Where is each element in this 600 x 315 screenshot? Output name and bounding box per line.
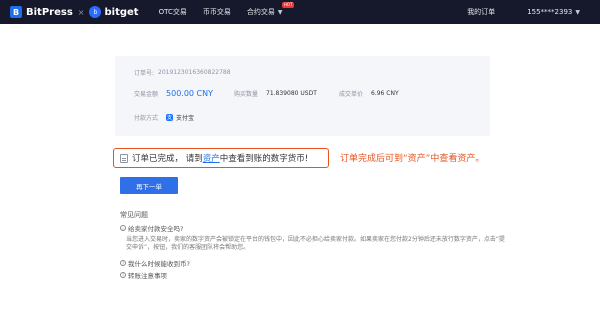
top-navbar: B BitPress × b bitget OTC交易 币币交易 合约交易 ▼ … xyxy=(0,0,600,24)
quantity-value: 71.839080 USDT xyxy=(266,90,317,97)
document-icon xyxy=(120,153,128,163)
brand-logo[interactable]: B BitPress × b bitget xyxy=(10,6,139,18)
annotation-text: 订单完成后可到“资产”中查看资产。 xyxy=(340,154,485,164)
question-circle-icon: ? xyxy=(120,272,126,278)
chevron-down-icon: ▼ xyxy=(575,8,580,16)
faq-title: 常见问题 xyxy=(120,211,148,219)
order-details-card: 订单号: 2019123016360822788 交易金额 500.00 CNY… xyxy=(115,56,490,136)
order-number-row: 订单号: 2019123016360822788 xyxy=(134,68,231,77)
amount-value: 500.00 CNY xyxy=(166,89,214,98)
assets-link[interactable]: 资产 xyxy=(203,154,220,164)
faq-question-1[interactable]: ✓ 给卖家付款安全吗? xyxy=(120,223,183,233)
notice-prefix: 订单已完成， 请到 xyxy=(132,154,203,164)
order-number-label: 订单号: xyxy=(134,70,155,77)
payment-method-row: 付款方式 支 支付宝 xyxy=(134,113,194,122)
order-complete-notice: 订单已完成， 请到资产中查看到账的数字货币! xyxy=(113,148,329,168)
quantity-label: 购买数量 xyxy=(234,91,259,98)
main-nav: OTC交易 币币交易 合约交易 ▼ HOT xyxy=(159,0,299,24)
price-value: 6.96 CNY xyxy=(371,90,399,97)
my-orders-link[interactable]: 我的订单 xyxy=(467,7,495,17)
amount-label: 交易金额 xyxy=(134,91,159,98)
price-label: 成交单价 xyxy=(339,91,364,98)
user-menu[interactable]: 155****2393 ▼ xyxy=(527,8,580,16)
hot-badge: HOT xyxy=(281,2,295,8)
faq-question-3[interactable]: ? 转账注意事项 xyxy=(120,270,167,280)
brand-separator: × xyxy=(77,7,85,17)
check-circle-icon: ✓ xyxy=(120,225,126,231)
bitpress-brand: BitPress xyxy=(26,6,73,18)
notice-suffix: 中查看到账的数字货币! xyxy=(219,154,309,164)
payment-method-label: 付款方式 xyxy=(134,115,159,122)
faq-answer-1: 当您进入交易时，卖家的数字资产会被锁定在平台的钱包中，因此不必担心给卖家付款。如… xyxy=(126,236,505,251)
chevron-down-icon: ▼ xyxy=(277,8,283,16)
nav-spot-trade[interactable]: 币币交易 xyxy=(203,7,231,17)
alipay-icon: 支 xyxy=(166,114,174,121)
bitget-logo-icon: b xyxy=(89,6,102,18)
nav-otc-trade[interactable]: OTC交易 xyxy=(159,7,187,17)
faq-question-2[interactable]: ? 我什么时候能收到币? xyxy=(120,258,190,268)
notice-text: 订单已完成， 请到资产中查看到账的数字货币! xyxy=(132,152,308,164)
bitget-brand: bitget xyxy=(104,6,139,18)
order-number-value: 2019123016360822788 xyxy=(158,69,231,76)
user-phone: 155****2393 xyxy=(527,8,573,16)
bitpress-logo-icon: B xyxy=(10,6,22,18)
header-right: 我的订单 155****2393 ▼ xyxy=(467,0,600,24)
question-circle-icon: ? xyxy=(120,260,126,266)
place-another-order-button[interactable]: 再下一单 xyxy=(120,177,178,194)
nav-contract-trade[interactable]: 合约交易 ▼ HOT xyxy=(247,2,295,17)
payment-method-value: 支付宝 xyxy=(176,115,195,122)
